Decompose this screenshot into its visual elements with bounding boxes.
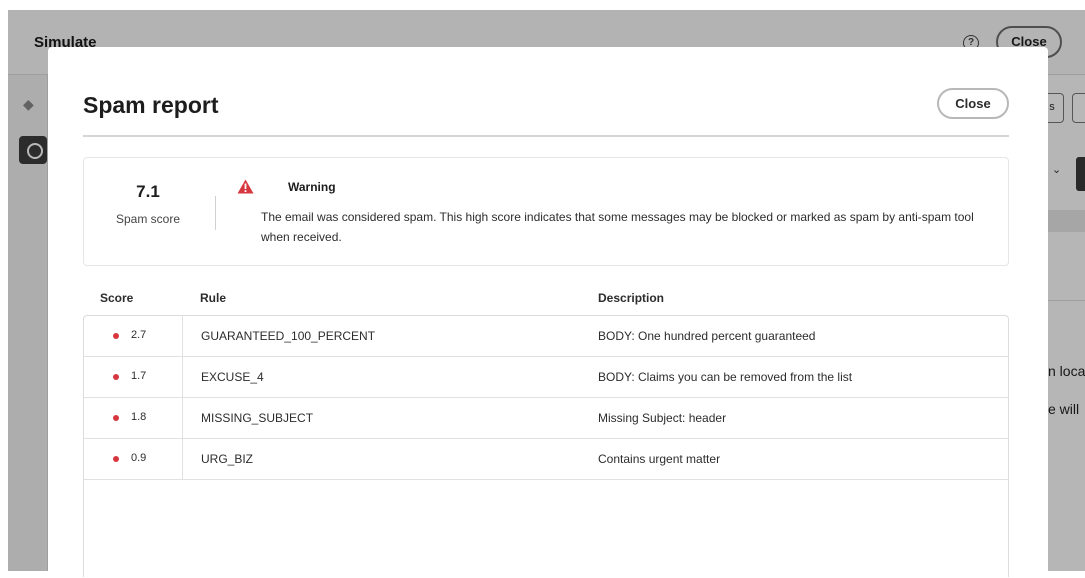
dialog-close-button[interactable]: Close bbox=[937, 88, 1009, 119]
alert-triangle-icon bbox=[237, 179, 254, 194]
rule-score: 0.9 bbox=[131, 452, 147, 464]
rule-description: BODY: One hundred percent guaranteed bbox=[598, 329, 816, 343]
column-header-score[interactable]: Score bbox=[100, 291, 133, 305]
spam-report-dialog: Spam report Close 7.1 Spam score Warning… bbox=[48, 47, 1048, 577]
warning-title: Warning bbox=[288, 180, 336, 194]
rule-description: BODY: Claims you can be removed from the… bbox=[598, 370, 853, 384]
column-header-rule[interactable]: Rule bbox=[200, 291, 226, 305]
score-cell: 0.9 bbox=[84, 439, 183, 479]
summary-divider bbox=[215, 196, 216, 230]
rule-description: Missing Subject: header bbox=[598, 411, 727, 425]
table-row[interactable]: 0.9 URG_BIZ Contains urgent matter bbox=[84, 439, 1008, 480]
status-dot-icon bbox=[113, 333, 119, 339]
dialog-title: Spam report bbox=[83, 92, 219, 118]
screen-edge-top bbox=[0, 0, 1085, 10]
rule-name: URG_BIZ bbox=[201, 452, 254, 466]
status-dot-icon bbox=[113, 415, 119, 421]
status-dot-icon bbox=[113, 456, 119, 462]
rule-score: 1.7 bbox=[131, 370, 147, 382]
table-row[interactable]: 2.7 GUARANTEED_100_PERCENT BODY: One hun… bbox=[84, 316, 1008, 357]
status-dot-icon bbox=[113, 374, 119, 380]
spam-rules-table: 2.7 GUARANTEED_100_PERCENT BODY: One hun… bbox=[83, 315, 1009, 577]
table-row[interactable]: 1.8 MISSING_SUBJECT Missing Subject: hea… bbox=[84, 398, 1008, 439]
rule-name: MISSING_SUBJECT bbox=[201, 411, 314, 425]
screen-edge-left bbox=[0, 0, 8, 571]
column-header-description[interactable]: Description bbox=[598, 291, 664, 305]
table-row[interactable]: 1.7 EXCUSE_4 BODY: Claims you can be rem… bbox=[84, 357, 1008, 398]
spam-score-value: 7.1 bbox=[136, 182, 160, 201]
rule-name: EXCUSE_4 bbox=[201, 370, 264, 384]
spam-score-label: Spam score bbox=[115, 212, 181, 226]
score-cell: 1.7 bbox=[84, 357, 183, 397]
rule-description: Contains urgent matter bbox=[598, 452, 721, 466]
rule-score: 2.7 bbox=[131, 329, 147, 341]
table-empty-area bbox=[84, 480, 1008, 578]
rule-score: 1.8 bbox=[131, 411, 147, 423]
rule-name: GUARANTEED_100_PERCENT bbox=[201, 329, 376, 343]
spam-summary: 7.1 Spam score Warning The email was con… bbox=[83, 157, 1009, 266]
score-cell: 1.8 bbox=[84, 398, 183, 438]
dialog-divider bbox=[83, 135, 1009, 137]
warning-text: The email was considered spam. This high… bbox=[261, 210, 974, 244]
score-cell: 2.7 bbox=[84, 316, 183, 356]
